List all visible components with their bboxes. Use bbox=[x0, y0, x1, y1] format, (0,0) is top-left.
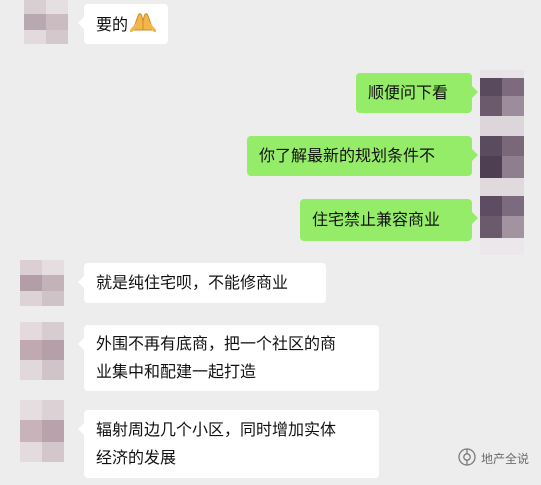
message-bubble[interactable]: 就是纯住宅呗，不能修商业 bbox=[78, 263, 326, 303]
message-text: 顺便问下看 bbox=[368, 83, 449, 102]
message-bubble[interactable]: 你了解最新的规划条件不 bbox=[247, 136, 478, 176]
source-watermark: 地产全说 bbox=[458, 448, 529, 469]
message-text: 住宅禁止兼容商业 bbox=[312, 210, 441, 229]
folded-hands-icon bbox=[129, 10, 157, 41]
message-text-line-1: 辐射周边几个小区，同时增加实体 bbox=[96, 420, 337, 439]
message-bubble[interactable]: 住宅禁止兼容商业 bbox=[300, 199, 478, 241]
contact-avatar[interactable] bbox=[24, 0, 68, 44]
wechat-official-account-icon bbox=[458, 448, 476, 469]
user-avatar[interactable] bbox=[480, 70, 524, 255]
message-bubble[interactable]: 要的 bbox=[77, 4, 169, 44]
watermark-text: 地产全说 bbox=[480, 452, 529, 466]
contact-avatar[interactable] bbox=[20, 400, 64, 462]
message-bubble[interactable]: 外围不再有底商，把一个社区的商 业集中和配建一起打造 bbox=[78, 325, 379, 391]
message-bubble[interactable]: 辐射周边几个小区，同时增加实体 经济的发展 bbox=[78, 410, 379, 478]
message-bubble[interactable]: 顺便问下看 bbox=[356, 73, 478, 113]
message-text-line-2: 业集中和配建一起打造 bbox=[96, 362, 257, 381]
message-text-line-2: 经济的发展 bbox=[96, 448, 177, 467]
message-text-line-1: 外围不再有底商，把一个社区的商 bbox=[96, 334, 337, 353]
message-text: 就是纯住宅呗，不能修商业 bbox=[96, 273, 289, 292]
message-text: 要的 bbox=[96, 15, 129, 34]
contact-avatar[interactable] bbox=[20, 322, 64, 380]
contact-avatar[interactable] bbox=[20, 260, 64, 306]
message-text: 你了解最新的规划条件不 bbox=[259, 146, 436, 165]
